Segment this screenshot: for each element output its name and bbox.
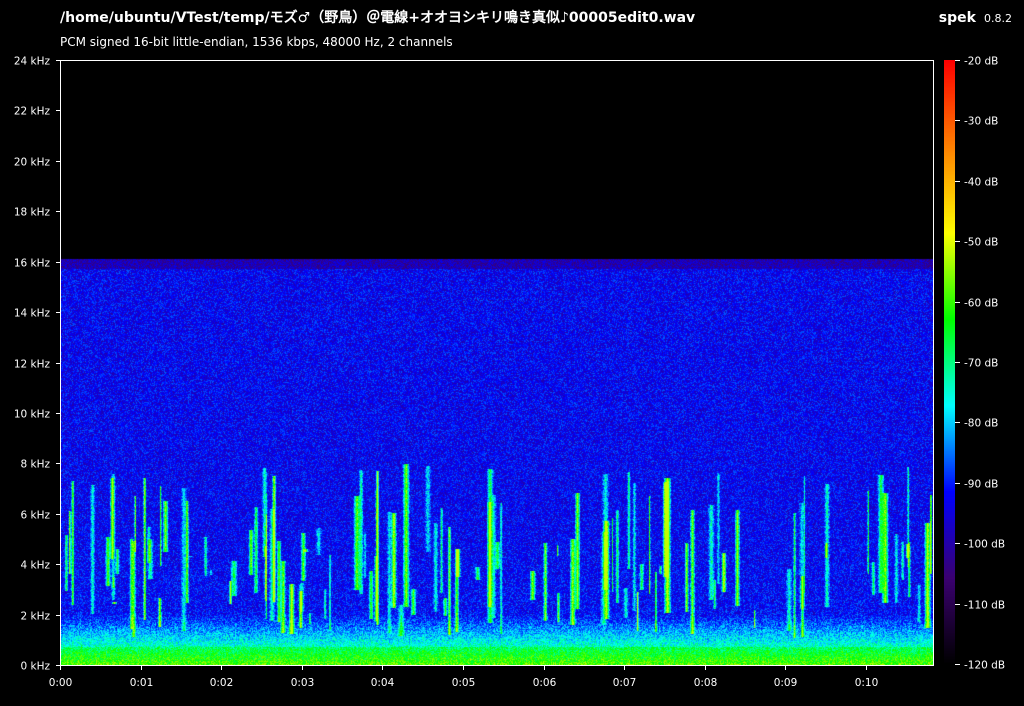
colorbar-gradient — [944, 60, 955, 665]
y-tick-label: 12 kHz — [14, 359, 51, 371]
x-tick-label: 0:03 — [291, 677, 315, 689]
x-tick-label: 0:00 — [49, 677, 73, 689]
y-tick-label: 14 kHz — [14, 308, 51, 320]
colorbar-tick-label: -30 dB — [964, 116, 998, 128]
x-tick-label: 0:04 — [371, 677, 395, 689]
x-tick-label: 0:02 — [210, 677, 234, 689]
y-axis: 0 kHz 2 kHz 4 kHz 6 kHz 8 kHz 10 kHz 12 kHz 14 … — [14, 56, 60, 673]
y-tick-label: 16 kHz — [14, 258, 51, 270]
x-tick-label: 0:05 — [452, 677, 476, 689]
y-tick-label: 8 kHz — [20, 459, 50, 471]
y-tick-label: 10 kHz — [14, 409, 51, 421]
y-tick-label: 24 kHz — [14, 56, 51, 68]
colorbar-axis: -20 dB -30 dB -40 dB -50 dB -60 dB -70 dB -80 … — [955, 56, 1005, 672]
y-tick-label: 6 kHz — [20, 510, 50, 522]
y-tick-label: 18 kHz — [14, 207, 51, 219]
x-tick-label: 0:09 — [774, 677, 798, 689]
colorbar-tick-label: -110 dB — [964, 600, 1005, 612]
colorbar-tick-label: -120 dB — [964, 660, 1005, 672]
spectrogram-chart: 0 kHz 2 kHz 4 kHz 6 kHz 8 kHz 10 kHz 12 kHz 14 … — [14, 56, 1005, 690]
x-tick-label: 0:08 — [694, 677, 718, 689]
colorbar-tick-label: -70 dB — [964, 358, 998, 370]
x-tick-label: 0:06 — [533, 677, 557, 689]
y-tick-label: 4 kHz — [20, 560, 50, 572]
colorbar-tick-label: -50 dB — [964, 237, 998, 249]
colorbar-tick-label: -90 dB — [964, 479, 998, 491]
x-tick-label: 0:10 — [855, 677, 879, 689]
colorbar-tick-label: -80 dB — [964, 418, 998, 430]
x-tick-label: 0:07 — [613, 677, 637, 689]
y-tick-label: 0 kHz — [20, 661, 50, 673]
x-tick-label: 0:01 — [130, 677, 154, 689]
colorbar-tick-label: -60 dB — [964, 298, 998, 310]
y-tick-label: 20 kHz — [14, 157, 51, 169]
x-axis: 0:00 0:01 0:02 0:03 0:04 0:05 0:06 0:07 0:08 0:09… — [49, 665, 879, 689]
colorbar-tick-label: -100 dB — [964, 539, 1005, 551]
colorbar-tick-label: -20 dB — [964, 56, 998, 68]
spectrogram-heatmap — [61, 61, 933, 665]
y-tick-label: 2 kHz — [20, 611, 50, 623]
colorbar-tick-label: -40 dB — [964, 177, 998, 189]
y-tick-label: 22 kHz — [14, 106, 51, 118]
